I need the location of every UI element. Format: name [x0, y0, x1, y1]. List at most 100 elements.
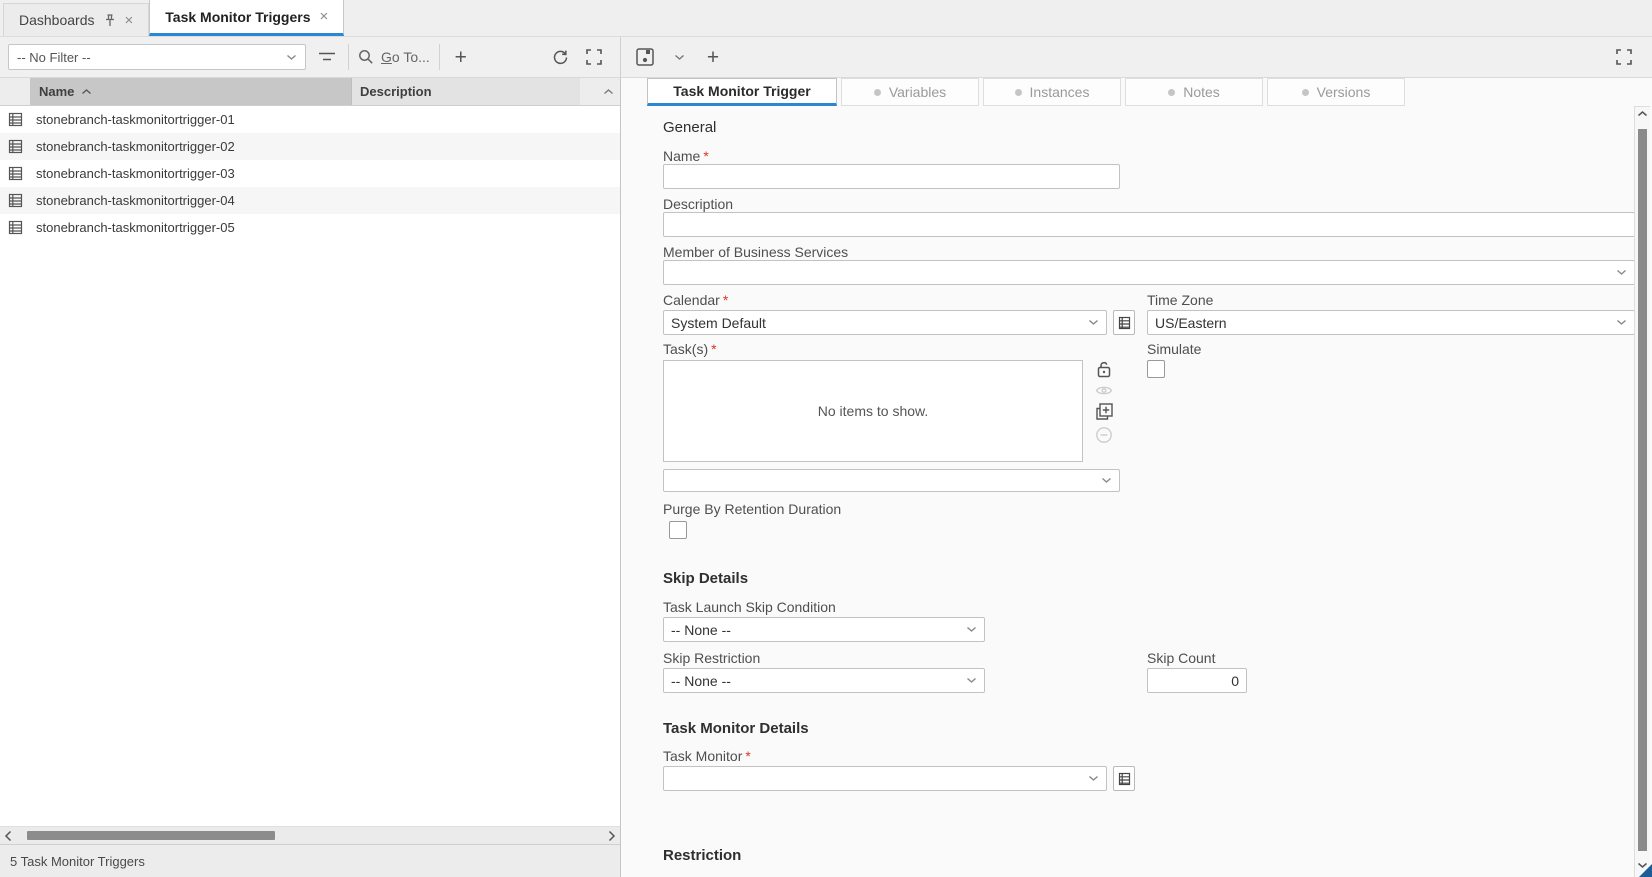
chevron-down-icon	[674, 54, 684, 60]
tab-versions[interactable]: Versions	[1267, 78, 1405, 106]
task-monitor-select[interactable]	[663, 766, 1107, 791]
name-label: Name *	[663, 148, 709, 164]
horizontal-scrollbar[interactable]	[0, 826, 620, 844]
task-monitor-picker-button[interactable]	[1113, 766, 1135, 791]
scroll-up-icon[interactable]	[1637, 110, 1648, 117]
calendar-select[interactable]: System Default	[663, 310, 1107, 335]
table-row[interactable]: stonebranch-taskmonitortrigger-05	[0, 214, 620, 241]
goto-button[interactable]: Go To...	[358, 49, 430, 65]
filter-select[interactable]: -- No Filter --	[8, 44, 306, 70]
trigger-detail-pane: Task Monitor Trigger Variables Instances…	[621, 78, 1652, 877]
eye-icon[interactable]	[1095, 384, 1114, 397]
chevron-up-icon	[604, 89, 613, 94]
trigger-name: stonebranch-taskmonitortrigger-04	[36, 193, 235, 208]
scroll-right-icon[interactable]	[608, 830, 616, 842]
workspace-tabstrip: Dashboards × Task Monitor Triggers ×	[0, 0, 1652, 37]
trigger-record-icon	[0, 193, 30, 208]
detail-tab-label: Instances	[1029, 84, 1090, 100]
save-button[interactable]	[633, 45, 657, 69]
table-row[interactable]: stonebranch-taskmonitortrigger-02	[0, 133, 620, 160]
goto-label: Go To...	[381, 49, 430, 65]
close-icon[interactable]: ×	[125, 13, 134, 28]
table-row[interactable]: stonebranch-taskmonitortrigger-01	[0, 106, 620, 133]
horizontal-scroll-thumb[interactable]	[27, 831, 275, 840]
scroll-left-icon[interactable]	[4, 830, 12, 842]
new-record-button[interactable]: +	[449, 45, 473, 69]
calendar-picker-button[interactable]	[1113, 310, 1135, 335]
name-input[interactable]	[663, 164, 1120, 189]
remove-tasks-icon[interactable]	[1095, 426, 1114, 444]
required-marker: *	[711, 341, 717, 357]
search-icon	[359, 50, 373, 64]
description-column-header[interactable]: Description	[352, 78, 580, 105]
vertical-scrollbar[interactable]	[1634, 106, 1650, 877]
new-detail-button[interactable]: +	[701, 45, 725, 69]
business-services-select[interactable]	[663, 260, 1635, 285]
simulate-checkbox[interactable]	[1147, 360, 1165, 378]
grid-sorter-corner[interactable]	[580, 78, 620, 105]
trigger-record-icon	[0, 166, 30, 181]
tab-notes[interactable]: Notes	[1125, 78, 1263, 106]
chevron-down-icon	[967, 677, 976, 683]
add-tasks-icon[interactable]	[1095, 402, 1114, 421]
tab-task-monitor-trigger[interactable]: Task Monitor Trigger	[647, 78, 837, 106]
tab-task-monitor-triggers-label: Task Monitor Triggers	[165, 8, 311, 25]
chevron-down-icon	[967, 626, 976, 632]
filter-icon[interactable]	[315, 45, 339, 69]
skip-restriction-value: -- None --	[671, 672, 731, 689]
task-launch-skip-condition-select[interactable]: -- None --	[663, 617, 985, 642]
simulate-label: Simulate	[1147, 341, 1202, 357]
description-input[interactable]	[663, 212, 1635, 237]
skip-restriction-select[interactable]: -- None --	[663, 668, 985, 693]
chevron-down-icon	[1089, 319, 1098, 325]
tab-dashboards-label: Dashboards	[19, 12, 95, 28]
task-launch-skip-condition-value: -- None --	[671, 621, 731, 638]
section-general: General	[663, 119, 717, 136]
toolbar: -- No Filter -- Go To... + +	[0, 37, 1652, 78]
task-monitor-label: Task Monitor *	[663, 748, 751, 764]
detail-toolbar: +	[621, 37, 1652, 77]
trigger-record-icon	[0, 220, 30, 235]
maximize-icon[interactable]	[582, 45, 606, 69]
description-label: Description	[663, 196, 734, 212]
skip-count-label: Skip Count	[1147, 650, 1216, 666]
save-options-dropdown[interactable]	[667, 45, 691, 69]
vertical-scroll-thumb[interactable]	[1638, 129, 1647, 851]
name-column-label: Name	[39, 84, 75, 99]
tab-variables[interactable]: Variables	[841, 78, 979, 106]
pin-icon[interactable]	[104, 13, 116, 27]
table-row[interactable]: stonebranch-taskmonitortrigger-03	[0, 160, 620, 187]
tasks-add-select[interactable]	[663, 469, 1120, 492]
trigger-name: stonebranch-taskmonitortrigger-05	[36, 220, 235, 235]
timezone-label: Time Zone	[1147, 292, 1214, 308]
tab-task-monitor-triggers[interactable]: Task Monitor Triggers ×	[149, 0, 345, 36]
trigger-name: stonebranch-taskmonitortrigger-03	[36, 166, 235, 181]
icon-column-header[interactable]	[0, 78, 30, 105]
purge-checkbox[interactable]	[669, 521, 687, 539]
tab-status-dot-icon	[1014, 88, 1022, 96]
grid-body: stonebranch-taskmonitortrigger-01 stoneb…	[0, 106, 620, 826]
name-column-header[interactable]: Name	[30, 78, 352, 105]
detail-tab-label: Variables	[888, 84, 947, 100]
filter-select-value: -- No Filter --	[17, 49, 91, 65]
tab-instances[interactable]: Instances	[983, 78, 1121, 106]
main-area: Name Description stonebranch-taskmonitor…	[0, 78, 1652, 877]
sort-ascending-icon	[82, 89, 92, 94]
tab-status-dot-icon	[1301, 88, 1309, 96]
purge-label: Purge By Retention Duration	[663, 501, 842, 517]
refresh-icon[interactable]	[549, 45, 573, 69]
tasks-listbox[interactable]: No items to show.	[663, 360, 1083, 462]
timezone-select[interactable]: US/Eastern	[1147, 310, 1635, 335]
required-marker: *	[703, 148, 709, 164]
detail-tab-label: Versions	[1316, 84, 1371, 100]
lock-icon[interactable]	[1095, 360, 1114, 379]
tab-dashboards[interactable]: Dashboards ×	[3, 3, 150, 36]
skip-count-input[interactable]	[1147, 668, 1247, 693]
close-icon[interactable]: ×	[319, 9, 328, 24]
list-status-bar: 5 Task Monitor Triggers	[0, 844, 620, 877]
table-list-icon	[1118, 772, 1130, 785]
table-row[interactable]: stonebranch-taskmonitortrigger-04	[0, 187, 620, 214]
timezone-value: US/Eastern	[1155, 314, 1227, 331]
resize-corner-handle[interactable]	[1639, 864, 1652, 877]
maximize-detail-icon[interactable]	[1612, 45, 1636, 69]
